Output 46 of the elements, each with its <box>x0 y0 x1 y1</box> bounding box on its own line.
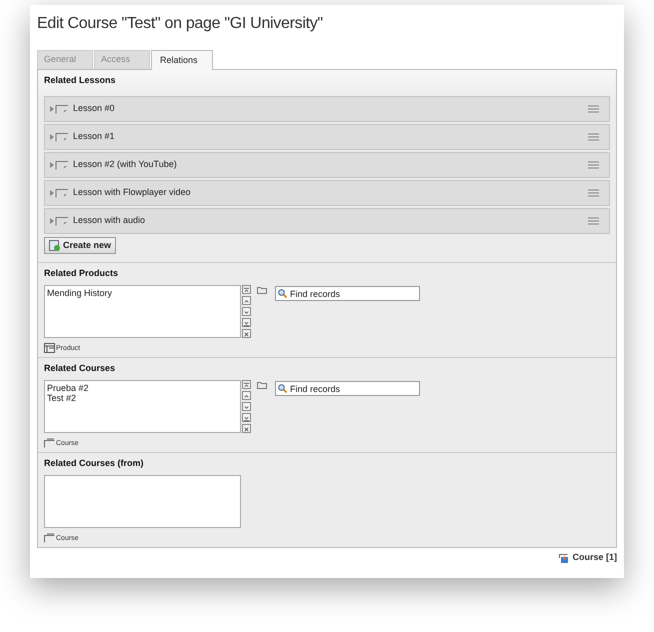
lesson-label: Lesson #0 <box>73 102 116 116</box>
new-record-icon <box>49 240 60 251</box>
tab[interactable]: Relations <box>151 50 213 70</box>
section-heading: Related Courses (from) <box>44 457 145 469</box>
list-entry[interactable]: Mending History <box>47 288 238 298</box>
page-icon <box>55 132 69 142</box>
search-icon <box>278 384 287 393</box>
search-field[interactable]: Find records <box>275 286 420 301</box>
drag-handle-icon <box>588 217 599 225</box>
drag-handle-icon <box>588 133 599 141</box>
folder-icon <box>257 381 267 389</box>
lesson-label: Lesson with audio <box>73 214 146 228</box>
search-icon <box>278 289 287 298</box>
course-icon <box>44 533 55 543</box>
drag-handle-icon <box>588 189 599 197</box>
lesson-row[interactable]: Lesson #2 (with YouTube) <box>44 152 610 178</box>
lesson-row[interactable]: Lesson #0 <box>44 96 610 122</box>
course-record-icon <box>559 552 570 564</box>
page-icon <box>55 104 69 114</box>
selector-listbox[interactable]: Prueba #2 Test #2 <box>44 380 241 433</box>
drag-handle-icon <box>588 161 599 169</box>
lesson-row[interactable]: Lesson with Flowplayer video <box>44 180 610 206</box>
page-icon <box>55 160 69 170</box>
page-icon <box>55 216 69 226</box>
lesson-label: Lesson #1 <box>73 130 116 144</box>
create-new-button[interactable]: Create new <box>44 237 116 254</box>
search-field[interactable]: Find records <box>275 381 420 396</box>
table-icon <box>44 343 55 353</box>
section-heading: Related Products <box>44 267 120 279</box>
section-heading: Related Courses <box>44 362 116 374</box>
record-label: Course [1] <box>572 551 617 564</box>
browse-folder-button[interactable] <box>257 381 267 389</box>
window-title: Edit Course "Test" on page "GI University" <box>37 14 324 34</box>
selector-listbox[interactable]: Mending History <box>44 285 241 338</box>
lesson-label: Lesson with Flowplayer video <box>73 186 192 200</box>
section-heading: Related Lessons <box>44 74 117 86</box>
course-icon <box>44 438 55 448</box>
page-icon <box>55 188 69 198</box>
list-entry[interactable]: Test #2 <box>47 393 238 403</box>
lesson-row[interactable]: Lesson with audio <box>44 208 610 234</box>
folder-icon <box>257 286 267 294</box>
lesson-label: Lesson #2 (with YouTube) <box>73 158 178 172</box>
drag-handle-icon <box>588 105 599 113</box>
browse-folder-button[interactable] <box>257 286 267 294</box>
lesson-row[interactable]: Lesson #1 <box>44 124 610 150</box>
list-entry[interactable]: Prueba #2 <box>47 383 238 393</box>
